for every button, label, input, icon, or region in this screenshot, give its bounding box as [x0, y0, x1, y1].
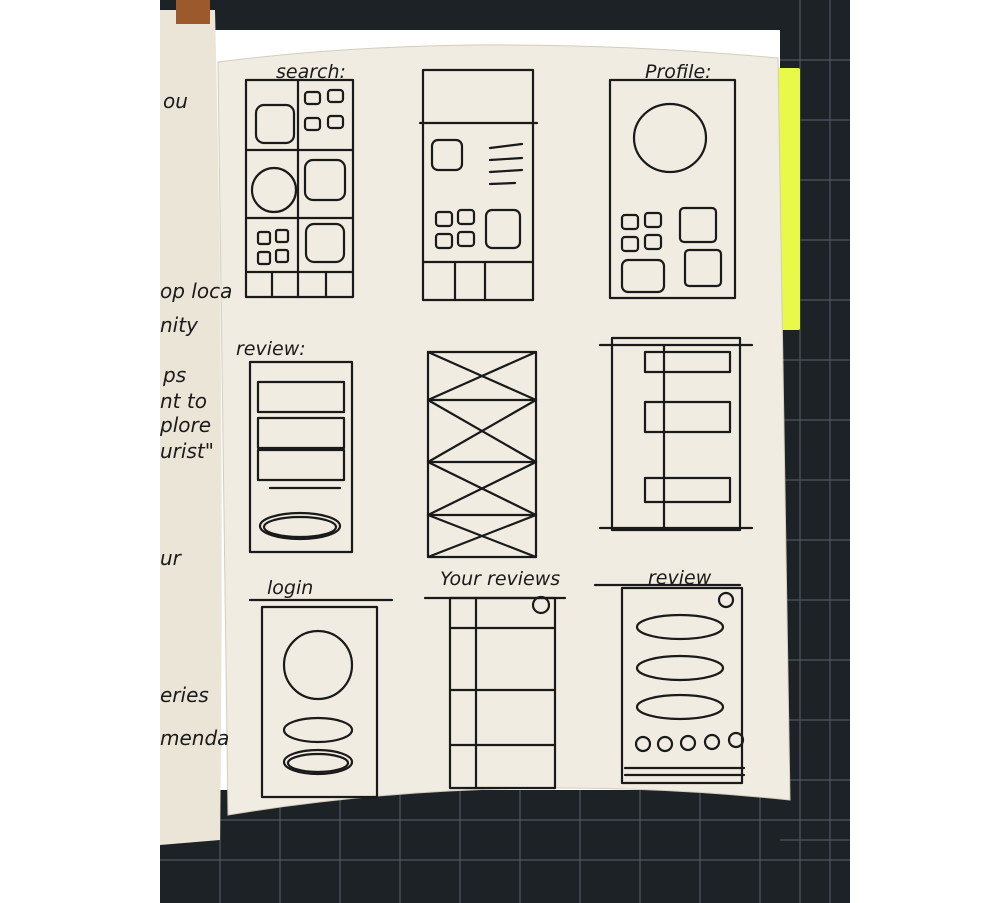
label-your-reviews: Your reviews: [440, 568, 560, 590]
label-login: login: [267, 577, 313, 599]
note-fragment: menda: [160, 726, 229, 750]
note-fragment: ur: [160, 546, 183, 570]
note-fragment: urist": [160, 439, 214, 463]
note-fragment: eries: [160, 683, 209, 707]
note-fragment: op loca: [160, 279, 232, 303]
note-fragment: ou: [163, 89, 188, 113]
note-fragment: ps: [162, 363, 186, 387]
note-fragment: nity: [160, 313, 199, 337]
notebook-page: [217, 44, 791, 816]
note-fragment: plore: [159, 413, 211, 437]
note-fragment: nt to: [160, 389, 207, 413]
label-review-top: review:: [236, 338, 306, 360]
cutting-mat-top: [160, 0, 850, 30]
notebook-photo: ou op loca nity ps nt to plore urist" ur…: [0, 0, 1000, 903]
tape: [176, 0, 210, 24]
